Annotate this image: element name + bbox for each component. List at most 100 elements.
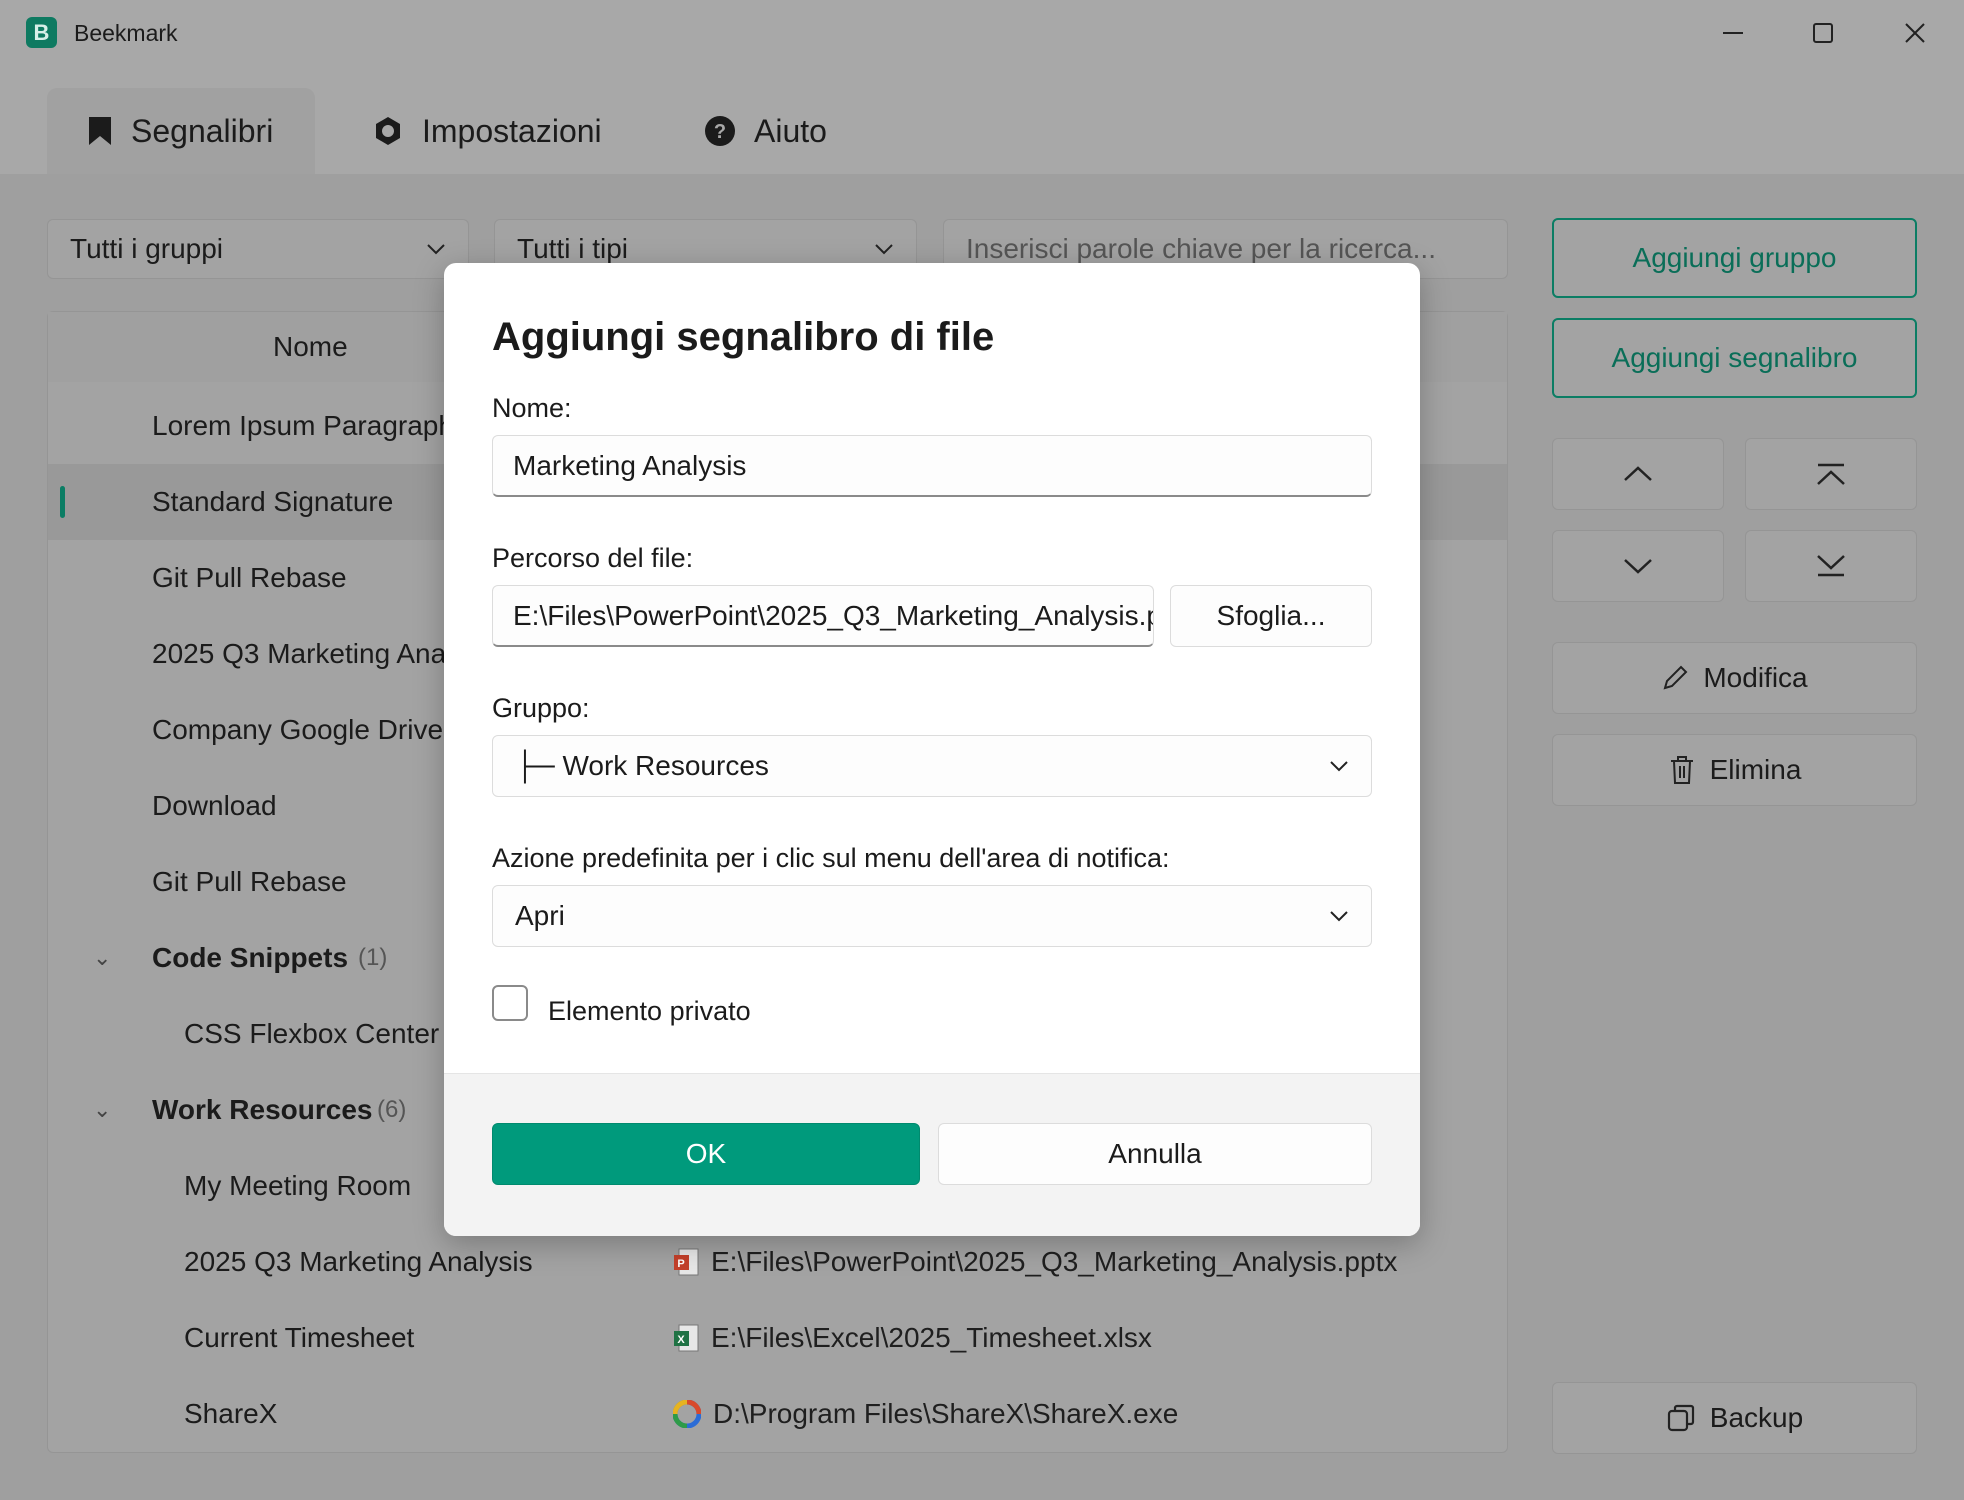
list-item-name: Git Pull Rebase xyxy=(152,866,347,897)
cancel-button[interactable]: Annulla xyxy=(938,1123,1372,1185)
group-filter-value: Tutti i gruppi xyxy=(70,233,224,264)
backup-label: Backup xyxy=(1709,1402,1804,1433)
svg-text:?: ? xyxy=(714,121,726,143)
chevron-down-icon xyxy=(427,244,445,255)
close-button[interactable] xyxy=(1870,0,1960,66)
add-group-button[interactable]: Aggiungi gruppo xyxy=(1552,218,1917,298)
type-filter-value: Tutti i tipi xyxy=(517,233,628,264)
path-text: E:\Files\PowerPoint\2025_Q3_Marketing_An… xyxy=(711,1246,1398,1277)
tab-bookmarks[interactable]: Segnalibri xyxy=(47,88,315,174)
list-item-name: Download xyxy=(152,790,277,821)
list-item-name: CSS Flexbox Center xyxy=(184,1018,440,1049)
chevron-down-icon[interactable]: ⌄ xyxy=(93,1097,111,1123)
chevron-up-icon xyxy=(1624,466,1652,481)
list-item-name: ShareX xyxy=(184,1398,278,1429)
pencil-icon xyxy=(1663,665,1688,690)
maximize-icon xyxy=(1813,23,1833,43)
list-item[interactable]: Current Timesheet X E:\Files\Excel\2025_… xyxy=(48,1300,1507,1376)
list-item-name: Lorem Ipsum Paragraph xyxy=(152,410,454,441)
name-label: Nome: xyxy=(492,393,572,423)
list-item-path: P E:\Files\PowerPoint\2025_Q3_Marketing_… xyxy=(673,1246,1397,1278)
close-icon xyxy=(1905,23,1925,43)
group-name: Work Resources xyxy=(152,1094,373,1125)
selection-indicator xyxy=(60,486,65,518)
delete-label: Elimina xyxy=(1709,754,1802,785)
delete-button[interactable]: Elimina xyxy=(1552,734,1917,806)
search-placeholder: Inserisci parole chiave per la ricerca..… xyxy=(966,233,1436,264)
tab-settings-label: Impostazioni xyxy=(422,112,602,149)
name-field-value: Marketing Analysis xyxy=(513,449,747,481)
list-item[interactable]: ShareX D:\Program Files\ShareX\ShareX.ex… xyxy=(48,1376,1507,1452)
group-filter-dropdown[interactable]: Tutti i gruppi xyxy=(47,219,469,279)
move-to-top-icon xyxy=(1817,463,1845,485)
backup-icon xyxy=(1667,1404,1694,1432)
group-dropdown-value: ├─ Work Resources xyxy=(515,750,769,781)
tab-help-label: Aiuto xyxy=(754,112,827,149)
maximize-button[interactable] xyxy=(1778,0,1868,66)
move-up-button[interactable] xyxy=(1552,438,1724,510)
list-item-path: X E:\Files\Excel\2025_Timesheet.xlsx xyxy=(673,1322,1152,1354)
group-name: Code Snippets xyxy=(152,942,349,973)
chevron-down-icon[interactable]: ⌄ xyxy=(93,945,111,971)
group-dropdown[interactable]: ├─ Work Resources xyxy=(492,735,1372,797)
list-item-name: Standard Signature xyxy=(152,486,394,517)
title-bar xyxy=(0,0,1964,66)
browse-label: Sfoglia... xyxy=(1216,600,1326,631)
minimize-icon xyxy=(1723,32,1743,34)
list-item-name: Company Google Drive xyxy=(152,714,444,745)
default-action-value: Apri xyxy=(515,900,565,931)
add-bookmark-label: Aggiungi segnalibro xyxy=(1611,342,1858,373)
chevron-down-icon xyxy=(1624,559,1652,574)
svg-text:X: X xyxy=(677,1334,685,1346)
file-path-value: E:\Files\PowerPoint\2025_Q3_Marketing_An… xyxy=(513,599,1154,631)
edit-label: Modifica xyxy=(1703,662,1808,693)
default-action-label: Azione predefinita per i clic sul menu d… xyxy=(492,843,1170,873)
trash-icon xyxy=(1670,756,1693,784)
app-logo-icon: B xyxy=(26,17,57,48)
private-item-label: Elemento privato xyxy=(548,996,751,1026)
move-to-bottom-icon xyxy=(1817,555,1845,577)
move-down-button[interactable] xyxy=(1552,530,1724,602)
path-text: E:\Files\Excel\2025_Timesheet.xlsx xyxy=(711,1322,1152,1353)
backup-button[interactable]: Backup xyxy=(1552,1382,1917,1454)
name-field[interactable]: Marketing Analysis xyxy=(492,435,1372,497)
gear-icon xyxy=(376,117,400,145)
chevron-down-icon xyxy=(875,244,893,255)
move-top-button[interactable] xyxy=(1745,438,1917,510)
list-item-name: Git Pull Rebase xyxy=(152,562,347,593)
list-item-path: D:\Program Files\ShareX\ShareX.exe xyxy=(673,1398,1178,1430)
tab-bookmarks-label: Segnalibri xyxy=(131,112,274,149)
add-bookmark-button[interactable]: Aggiungi segnalibro xyxy=(1552,318,1917,398)
bookmark-icon xyxy=(89,117,111,145)
list-item-name: My Meeting Room xyxy=(184,1170,412,1201)
chevron-down-icon xyxy=(1330,761,1348,772)
ok-button[interactable]: OK xyxy=(492,1123,920,1185)
private-item-checkbox[interactable] xyxy=(492,985,528,1021)
svg-text:P: P xyxy=(677,1258,684,1270)
add-file-bookmark-dialog: Aggiungi segnalibro di file Nome: Market… xyxy=(444,263,1420,1236)
app-title: Beekmark xyxy=(74,20,178,46)
cancel-label: Annulla xyxy=(1108,1138,1202,1169)
dialog-title: Aggiungi segnalibro di file xyxy=(492,315,995,359)
move-bottom-button[interactable] xyxy=(1745,530,1917,602)
list-item-name: 2025 Q3 Marketing Analysis xyxy=(184,1246,533,1277)
powerpoint-file-icon: P xyxy=(674,1248,699,1276)
help-icon: ? xyxy=(705,116,735,146)
file-path-field[interactable]: E:\Files\PowerPoint\2025_Q3_Marketing_An… xyxy=(492,585,1154,647)
default-action-dropdown[interactable]: Apri xyxy=(492,885,1372,947)
path-text: D:\Program Files\ShareX\ShareX.exe xyxy=(713,1398,1179,1429)
path-label: Percorso del file: xyxy=(492,543,694,573)
column-header-name[interactable]: Nome xyxy=(273,331,348,363)
edit-button[interactable]: Modifica xyxy=(1552,642,1917,714)
tab-settings[interactable]: Impostazioni xyxy=(372,88,602,174)
ok-label: OK xyxy=(685,1138,727,1169)
group-count: (1) xyxy=(358,944,388,971)
group-label: Gruppo: xyxy=(492,693,590,723)
browse-button[interactable]: Sfoglia... xyxy=(1170,585,1372,647)
list-item-name: Current Timesheet xyxy=(184,1322,415,1353)
group-count: (6) xyxy=(377,1096,407,1123)
tab-help[interactable]: ? Aiuto xyxy=(704,88,827,174)
excel-file-icon: X xyxy=(674,1324,699,1352)
add-group-label: Aggiungi gruppo xyxy=(1632,242,1837,273)
minimize-button[interactable] xyxy=(1688,0,1778,66)
